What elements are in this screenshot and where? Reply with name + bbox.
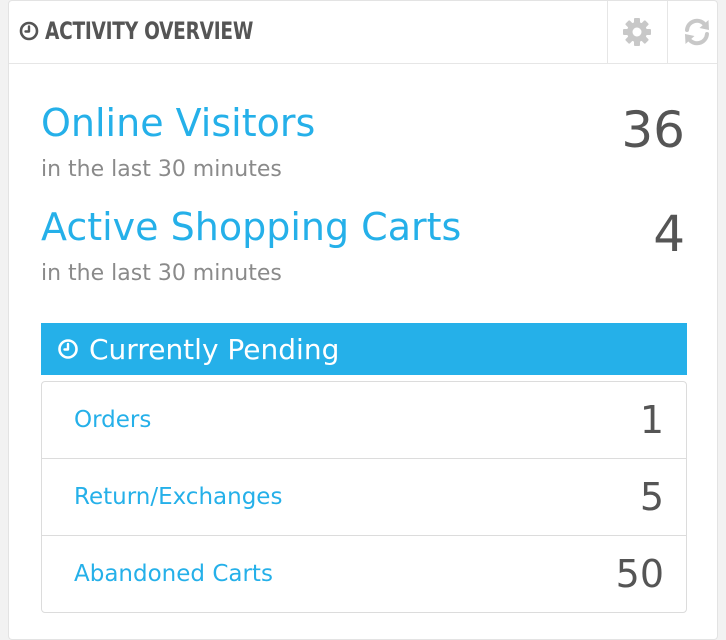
refresh-button[interactable] xyxy=(667,1,717,63)
panel-title-text: ACTIVITY OVERVIEW xyxy=(45,17,254,45)
configure-button[interactable] xyxy=(607,1,665,63)
pending-item-label[interactable]: Abandoned Carts xyxy=(74,536,273,612)
gear-icon xyxy=(622,18,651,46)
active-carts-timeframe: in the last 30 minutes xyxy=(41,261,282,286)
panel-header: ACTIVITY OVERVIEW xyxy=(9,1,717,64)
active-carts-count: 4 xyxy=(653,205,685,263)
pending-item-count: 5 xyxy=(639,475,664,519)
pending-item-returns[interactable]: Return/Exchanges 5 xyxy=(42,459,686,536)
pending-item-orders[interactable]: Orders 1 xyxy=(42,382,686,459)
pending-item-label[interactable]: Return/Exchanges xyxy=(74,459,282,535)
pending-item-count: 50 xyxy=(615,552,664,596)
online-visitors-timeframe: in the last 30 minutes xyxy=(41,157,282,182)
clock-icon xyxy=(58,339,78,359)
panel-title: ACTIVITY OVERVIEW xyxy=(19,15,287,47)
currently-pending-header: Currently Pending xyxy=(41,323,687,375)
pending-item-label[interactable]: Orders xyxy=(74,382,151,458)
pending-list: Orders 1 Return/Exchanges 5 Abandoned Ca… xyxy=(41,381,687,613)
online-visitors-link[interactable]: Online Visitors xyxy=(41,101,315,145)
activity-overview-panel: ACTIVITY OVERVIEW Online Visitors in the… xyxy=(8,0,718,640)
online-visitors-count: 36 xyxy=(621,101,685,159)
active-carts-link[interactable]: Active Shopping Carts xyxy=(41,205,461,249)
pending-item-count: 1 xyxy=(639,398,664,442)
clock-icon xyxy=(19,21,39,41)
pending-item-abandoned-carts[interactable]: Abandoned Carts 50 xyxy=(42,536,686,612)
refresh-icon xyxy=(684,18,709,46)
currently-pending-title: Currently Pending xyxy=(89,332,340,366)
